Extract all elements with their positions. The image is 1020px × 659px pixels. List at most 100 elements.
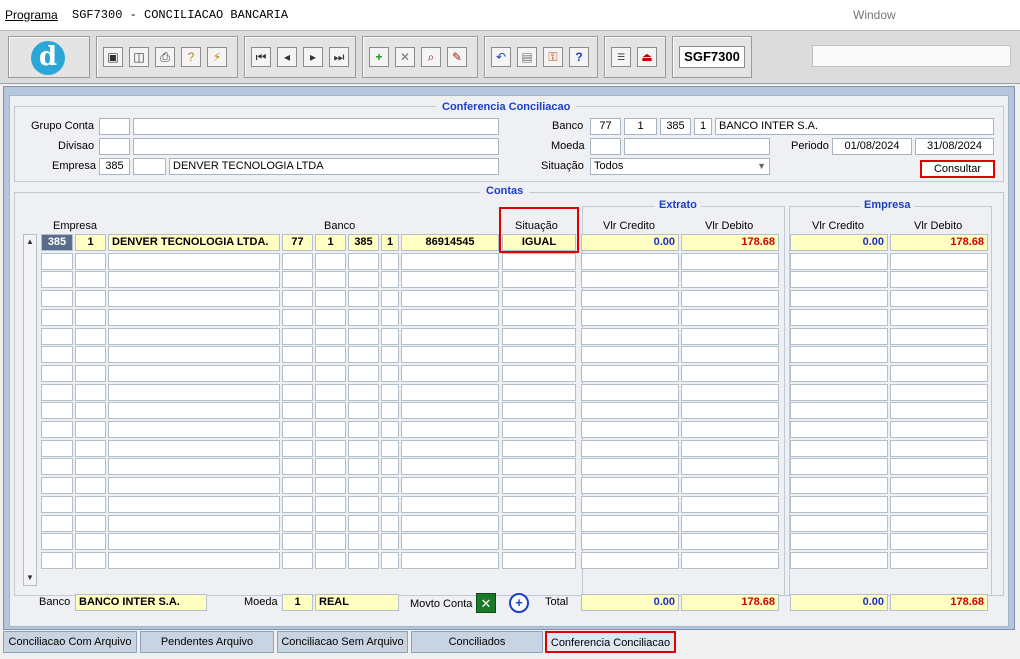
query-icon[interactable]: ? [181, 47, 201, 67]
grid-empty-cell[interactable] [41, 495, 73, 513]
grid-empty-cell[interactable] [790, 327, 888, 345]
grid-empty-cell[interactable] [41, 364, 73, 382]
grid-empty-cell[interactable] [790, 495, 888, 513]
grid-empty-cell[interactable] [890, 458, 988, 476]
grid-empty-cell[interactable] [348, 271, 379, 289]
grid-empty-cell[interactable] [75, 271, 106, 289]
row1-emp-debito[interactable]: 178.68 [890, 234, 988, 251]
grid-empty-cell[interactable] [282, 514, 313, 532]
grid-empty-cell[interactable] [502, 439, 576, 457]
grid-empty-cell[interactable] [315, 421, 346, 438]
grid-empty-cell[interactable] [681, 271, 779, 289]
grid-empty-cell[interactable] [41, 383, 73, 401]
grid-empty-cell[interactable] [282, 477, 313, 495]
grid-empty-cell[interactable] [282, 402, 313, 420]
grid-empty-cell[interactable] [381, 383, 399, 401]
grid-empty-cell[interactable] [108, 495, 280, 513]
grid-empty-cell[interactable] [282, 421, 313, 438]
tab-conciliados[interactable]: Conciliados [411, 631, 543, 653]
grid-empty-cell[interactable] [75, 327, 106, 345]
banco-code-input[interactable]: 77 [590, 118, 621, 135]
grid-empty-cell[interactable] [41, 421, 73, 438]
row1-ext-credito[interactable]: 0.00 [581, 234, 679, 251]
grid-empty-cell[interactable] [108, 533, 280, 551]
grid-empty-cell[interactable] [401, 346, 499, 364]
menu-window[interactable]: Window [853, 8, 896, 22]
grid-empty-cell[interactable] [681, 514, 779, 532]
grid-empty-cell[interactable] [348, 477, 379, 495]
grid-empty-cell[interactable] [282, 533, 313, 551]
banco-agencia-input[interactable]: 1 [624, 118, 657, 135]
grid-empty-cell[interactable] [581, 514, 679, 532]
grid-empty-cell[interactable] [75, 514, 106, 532]
grid-empty-cell[interactable] [282, 458, 313, 476]
grid-empty-cell[interactable] [681, 402, 779, 420]
grid-empty-cell[interactable] [502, 252, 576, 270]
grid-empty-cell[interactable] [41, 327, 73, 345]
grid-empty-cell[interactable] [348, 514, 379, 532]
zoom-in-icon[interactable]: + [509, 593, 529, 613]
grid-empty-cell[interactable] [75, 533, 106, 551]
grid-empty-cell[interactable] [890, 439, 988, 457]
consultar-button[interactable]: Consultar [920, 160, 995, 178]
menu-icon[interactable]: ☰ [611, 47, 631, 67]
grid-empty-cell[interactable] [502, 551, 576, 569]
row1-numero[interactable]: 86914545 [401, 234, 499, 251]
grid-empty-cell[interactable] [41, 346, 73, 364]
grid-empty-cell[interactable] [790, 514, 888, 532]
grid-empty-cell[interactable] [890, 383, 988, 401]
row1-sub[interactable]: 1 [75, 234, 106, 251]
grid-empty-cell[interactable] [315, 308, 346, 326]
grid-empty-cell[interactable] [381, 514, 399, 532]
grid-empty-cell[interactable] [108, 346, 280, 364]
grid-empty-cell[interactable] [790, 271, 888, 289]
grid-empty-cell[interactable] [381, 439, 399, 457]
grid-empty-cell[interactable] [348, 364, 379, 382]
grid-empty-cell[interactable] [581, 533, 679, 551]
grid-empty-cell[interactable] [75, 383, 106, 401]
grid-empty-cell[interactable] [348, 458, 379, 476]
grid-empty-cell[interactable] [381, 271, 399, 289]
grid-empty-cell[interactable] [890, 551, 988, 569]
grid-empty-cell[interactable] [790, 290, 888, 308]
grid-empty-cell[interactable] [581, 421, 679, 438]
grid-empty-cell[interactable] [108, 514, 280, 532]
grid-empty-cell[interactable] [75, 551, 106, 569]
grid-empty-cell[interactable] [108, 327, 280, 345]
grid-empty-cell[interactable] [502, 290, 576, 308]
grid-empty-cell[interactable] [348, 402, 379, 420]
key-help-icon[interactable]: ⚿ [543, 47, 563, 67]
grid-empty-cell[interactable] [790, 477, 888, 495]
grupo-conta-code-input[interactable] [99, 118, 130, 135]
grid-empty-cell[interactable] [282, 327, 313, 345]
grid-empty-cell[interactable] [75, 495, 106, 513]
last-record-icon[interactable]: ⏭ [329, 47, 349, 67]
grid-empty-cell[interactable] [315, 327, 346, 345]
grid-empty-cell[interactable] [41, 551, 73, 569]
grid-empty-cell[interactable] [315, 252, 346, 270]
situacao-select[interactable]: Todos ▼ [590, 158, 770, 175]
grid-empty-cell[interactable] [401, 533, 499, 551]
grid-empty-cell[interactable] [681, 308, 779, 326]
next-record-icon[interactable]: ▸ [303, 47, 323, 67]
grid-empty-cell[interactable] [108, 402, 280, 420]
moeda-code-input[interactable] [590, 138, 621, 155]
row1-agencia[interactable]: 1 [315, 234, 346, 251]
grid-empty-cell[interactable] [41, 533, 73, 551]
grid-empty-cell[interactable] [890, 402, 988, 420]
periodo-end-input[interactable]: 31/08/2024 [915, 138, 994, 155]
grid-empty-cell[interactable] [502, 383, 576, 401]
grid-empty-cell[interactable] [108, 252, 280, 270]
grid-empty-cell[interactable] [282, 252, 313, 270]
grid-empty-cell[interactable] [581, 308, 679, 326]
excel-export-icon[interactable]: ✕ [476, 593, 496, 613]
grid-empty-cell[interactable] [108, 290, 280, 308]
grid-empty-cell[interactable] [315, 271, 346, 289]
grid-empty-cell[interactable] [401, 271, 499, 289]
empresa-desc-input[interactable]: DENVER TECNOLOGIA LTDA [169, 158, 499, 175]
grid-empty-cell[interactable] [381, 421, 399, 438]
grid-empty-cell[interactable] [348, 439, 379, 457]
grid-empty-cell[interactable] [75, 346, 106, 364]
row1-emp-credito[interactable]: 0.00 [790, 234, 888, 251]
grid-empty-cell[interactable] [108, 271, 280, 289]
